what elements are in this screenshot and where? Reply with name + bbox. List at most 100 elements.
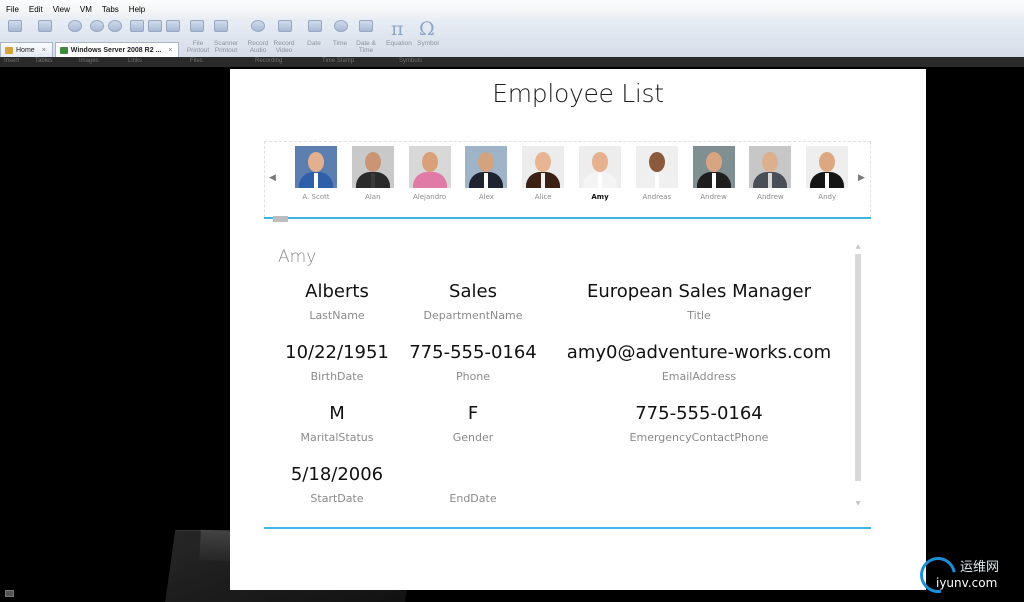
scroll-left-icon[interactable]: ◀ xyxy=(269,173,276,183)
strip-scroll-thumb[interactable] xyxy=(273,216,288,222)
employee-item[interactable]: Alice xyxy=(515,146,571,201)
scroll-right-icon[interactable]: ▶ xyxy=(858,173,865,183)
group-files: Files xyxy=(190,58,203,64)
employee-photo xyxy=(295,146,337,188)
picture-icon xyxy=(108,20,122,32)
employee-name: Andrew xyxy=(700,193,727,201)
employee-item[interactable]: Andrew xyxy=(742,146,798,201)
photo-collar xyxy=(654,173,659,188)
employee-item[interactable]: Andy xyxy=(799,146,855,201)
taskbar-corner-icon[interactable] xyxy=(5,590,14,597)
field-department: Sales DepartmentName xyxy=(406,280,540,322)
field-emergency-phone: 775-555-0164 EmergencyContactPhone xyxy=(550,402,848,444)
menu-view[interactable]: View xyxy=(53,5,70,14)
host-menubar: File Edit View VM Tabs Help xyxy=(0,0,1024,18)
vm-tab-label: Windows Server 2008 R2 ... xyxy=(70,46,162,54)
menu-file[interactable]: File xyxy=(6,5,19,14)
employee-item[interactable]: Andrew xyxy=(686,146,742,201)
birth-date-label: BirthDate xyxy=(310,370,364,383)
scroll-down-icon[interactable]: ▼ xyxy=(854,500,862,507)
photo-collar xyxy=(370,173,375,188)
image-icon xyxy=(68,20,82,32)
photo-collar xyxy=(314,173,318,188)
date-button[interactable] xyxy=(302,20,328,38)
calendar-icon xyxy=(308,20,322,32)
selected-employee-name: Amy xyxy=(278,247,317,267)
field-last-name: Alberts LastName xyxy=(285,280,389,322)
employee-photo xyxy=(465,146,508,188)
menu-tabs[interactable]: Tabs xyxy=(102,5,119,14)
details-divider xyxy=(264,527,871,529)
record-audio-button[interactable] xyxy=(245,20,271,38)
table-tool-icon[interactable] xyxy=(32,20,58,38)
insert-tool-icon[interactable] xyxy=(2,20,28,38)
emergency-phone-label: EmergencyContactPhone xyxy=(629,431,769,444)
photo-collar xyxy=(825,173,830,188)
watermark-logo-icon xyxy=(912,549,964,601)
group-links: Links xyxy=(128,58,143,64)
employee-list-window: Employee List ◀ ▶ A. Scott Alan Alejandro A… xyxy=(230,69,926,590)
last-name-value: Alberts xyxy=(305,281,369,302)
scroll-up-icon[interactable]: ▲ xyxy=(854,243,862,250)
omega-icon[interactable]: Ω xyxy=(419,18,435,40)
pi-icon[interactable]: π xyxy=(391,18,404,40)
employee-photo xyxy=(692,146,735,188)
end-date-label: EndDate xyxy=(449,492,497,505)
microphone-icon xyxy=(251,20,265,32)
watermark: 运维网 iyunv.com xyxy=(912,549,1024,601)
page-title: Employee List xyxy=(492,79,664,108)
employee-item[interactable]: Alejandro xyxy=(402,146,458,201)
employee-photo xyxy=(522,146,565,188)
menu-edit[interactable]: Edit xyxy=(29,5,43,14)
vm-tab-home[interactable]: Home × xyxy=(0,42,53,57)
strip-divider xyxy=(264,217,871,219)
close-icon[interactable]: × xyxy=(168,47,172,54)
menu-vm[interactable]: VM xyxy=(80,5,92,14)
gender-label: Gender xyxy=(452,431,494,444)
employee-item[interactable]: A. Scott xyxy=(288,146,344,201)
title-label: Title xyxy=(687,309,711,322)
details-scrollbar[interactable]: ▲ ▼ xyxy=(854,243,862,507)
date-time-icon xyxy=(359,20,373,32)
date-time-button[interactable] xyxy=(353,20,379,38)
vm-tab-bar: Home × Windows Server 2008 R2 ... × xyxy=(0,40,181,57)
symbol-label: Symbol xyxy=(417,40,439,47)
photo-head xyxy=(478,152,495,172)
photo-collar xyxy=(427,173,432,188)
employee-item[interactable]: Alan xyxy=(345,146,401,201)
start-date-label: StartDate xyxy=(310,492,364,505)
home-icon xyxy=(5,46,13,54)
table-icon xyxy=(38,20,52,32)
ribbon-group-labels: Insert Tables Images Links Files Recordi… xyxy=(0,57,1024,67)
employee-item[interactable]: Amy xyxy=(572,146,628,201)
photo-head xyxy=(819,152,836,172)
time-button[interactable] xyxy=(328,20,354,38)
employee-name: Alejandro xyxy=(413,193,447,201)
employee-name: Alice xyxy=(534,193,552,201)
vm-tab-label: Home xyxy=(16,46,35,54)
vm-tab-windows-server[interactable]: Windows Server 2008 R2 ... × xyxy=(54,42,180,57)
scanner-printout-button[interactable] xyxy=(208,20,234,38)
menu-help[interactable]: Help xyxy=(129,5,145,14)
group-images: Images xyxy=(79,58,99,64)
close-icon[interactable]: × xyxy=(42,47,46,54)
screen-icon xyxy=(166,20,180,32)
employee-photo xyxy=(806,146,849,188)
department-label: DepartmentName xyxy=(423,309,523,322)
photo-head xyxy=(648,152,665,172)
employee-item[interactable]: Andreas xyxy=(629,146,685,201)
scrollbar-thumb[interactable] xyxy=(855,254,861,481)
gender-value: F xyxy=(467,403,479,424)
field-marital-status: M MaritalStatus xyxy=(285,402,389,444)
employee-photo xyxy=(351,146,394,188)
employee-item[interactable]: Alex xyxy=(458,146,514,201)
host-ribbon: π Ω File Printout Scanner Printout Recor… xyxy=(0,18,1024,58)
employee-name: A. Scott xyxy=(302,193,330,201)
file-printout-button[interactable] xyxy=(184,20,210,38)
field-start-date: 5/18/2006 StartDate xyxy=(275,463,399,505)
record-video-button[interactable] xyxy=(272,20,298,38)
phone-label: Phone xyxy=(455,370,491,383)
date-time-label: Date & Time xyxy=(356,40,376,54)
link-tool-3-icon[interactable] xyxy=(160,20,186,38)
photo-head xyxy=(308,152,324,172)
